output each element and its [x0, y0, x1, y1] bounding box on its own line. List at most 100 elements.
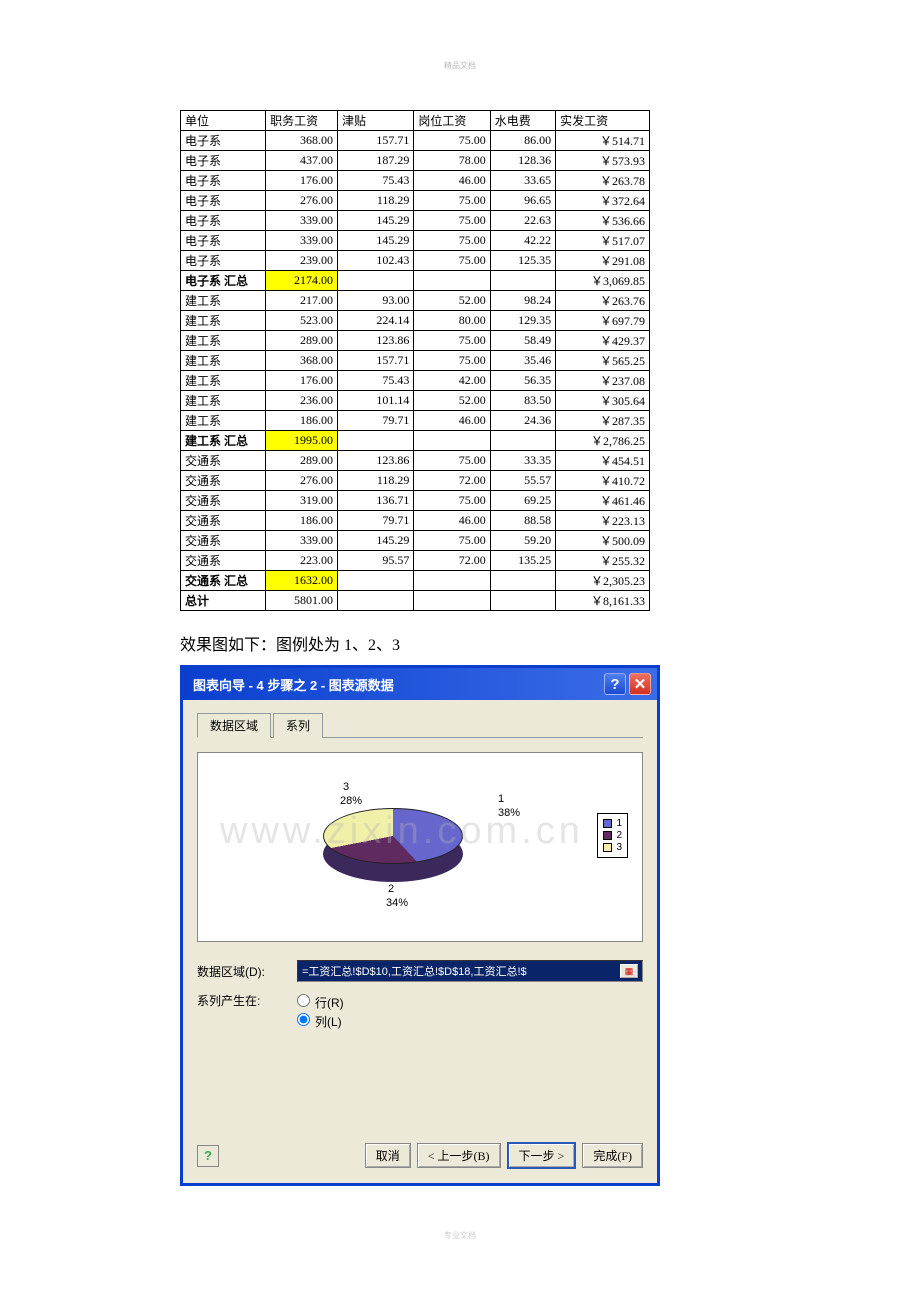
table-cell: ￥287.35 [556, 411, 650, 431]
pie-label-1: 1 [498, 793, 504, 805]
table-cell: 319.00 [266, 491, 338, 511]
table-cell [338, 431, 414, 451]
back-button[interactable]: < 上一步(B) [417, 1143, 501, 1168]
table-cell: 236.00 [266, 391, 338, 411]
table-cell [338, 591, 414, 611]
table-cell: 电子系 [181, 151, 266, 171]
table-cell: ￥2,786.25 [556, 431, 650, 451]
data-range-input[interactable]: =工资汇总!$D$10,工资汇总!$D$18,工资汇总!$ ▦ [297, 960, 643, 982]
table-cell: 建工系 [181, 331, 266, 351]
table-cell: 78.00 [414, 151, 490, 171]
table-cell: 75.00 [414, 251, 490, 271]
table-row: 交通系289.00123.8675.0033.35￥454.51 [181, 451, 650, 471]
table-cell: 建工系 [181, 391, 266, 411]
finish-button[interactable]: 完成(F) [582, 1143, 643, 1168]
table-cell: 交通系 [181, 471, 266, 491]
table-cell: 123.86 [338, 451, 414, 471]
table-row: 建工系289.00123.8675.0058.49￥429.37 [181, 331, 650, 351]
table-cell [490, 571, 555, 591]
table-cell: ￥255.32 [556, 551, 650, 571]
table-cell: ￥461.46 [556, 491, 650, 511]
range-selector-icon[interactable]: ▦ [620, 964, 638, 978]
table-cell: 电子系 汇总 [181, 271, 266, 291]
table-header: 津贴 [338, 111, 414, 131]
table-cell: 交通系 [181, 491, 266, 511]
table-cell: 217.00 [266, 291, 338, 311]
table-row: 交通系319.00136.7175.0069.25￥461.46 [181, 491, 650, 511]
help-icon[interactable]: ? [197, 1145, 219, 1167]
tab-data-range[interactable]: 数据区域 [197, 713, 271, 738]
tab-series[interactable]: 系列 [273, 713, 323, 738]
table-cell: 239.00 [266, 251, 338, 271]
table-cell: 总计 [181, 591, 266, 611]
tab-strip: 数据区域 系列 [197, 712, 643, 738]
table-cell: 72.00 [414, 551, 490, 571]
table-row: 建工系236.00101.1452.0083.50￥305.64 [181, 391, 650, 411]
table-cell: 52.00 [414, 291, 490, 311]
table-row: 交通系223.0095.5772.00135.25￥255.32 [181, 551, 650, 571]
table-cell: 437.00 [266, 151, 338, 171]
table-cell: 75.00 [414, 531, 490, 551]
table-header: 水电费 [490, 111, 555, 131]
table-cell: ￥429.37 [556, 331, 650, 351]
table-cell: 2174.00 [266, 271, 338, 291]
table-cell: 电子系 [181, 171, 266, 191]
table-cell: 368.00 [266, 131, 338, 151]
table-cell [414, 591, 490, 611]
chart-preview: 1 38% 2 34% 3 28% 1 2 3 [197, 752, 643, 942]
table-cell: 46.00 [414, 511, 490, 531]
table-cell: 75.00 [414, 131, 490, 151]
table-cell: 75.00 [414, 351, 490, 371]
table-cell: 157.71 [338, 351, 414, 371]
table-cell: 75.00 [414, 451, 490, 471]
pie-label-3: 3 [343, 781, 349, 793]
caption-text: 效果图如下：图例处为 1、2、3 [180, 631, 740, 655]
table-row: 电子系239.00102.4375.00125.35￥291.08 [181, 251, 650, 271]
next-button[interactable]: 下一步 > [507, 1142, 577, 1169]
table-cell: ￥454.51 [556, 451, 650, 471]
table-cell: ￥372.64 [556, 191, 650, 211]
table-cell: 建工系 汇总 [181, 431, 266, 451]
table-cell: 交通系 [181, 551, 266, 571]
table-header: 实发工资 [556, 111, 650, 131]
data-range-label: 数据区域(D): [197, 963, 297, 980]
watermark-bottom: 专业文档 [444, 1230, 476, 1241]
table-cell: 电子系 [181, 191, 266, 211]
table-cell: 交通系 [181, 531, 266, 551]
pie-label-2: 2 [388, 883, 394, 895]
table-cell: 58.49 [490, 331, 555, 351]
series-in-label: 系列产生在: [197, 992, 297, 1009]
legend-swatch-3 [603, 843, 612, 852]
salary-table: 单位职务工资津贴岗位工资水电费实发工资 电子系368.00157.7175.00… [180, 110, 650, 611]
table-cell: 1632.00 [266, 571, 338, 591]
pie-chart [323, 808, 463, 864]
table-cell: 建工系 [181, 371, 266, 391]
titlebar: 图表向导 - 4 步骤之 2 - 图表源数据 ? ✕ [183, 668, 657, 700]
table-cell: 145.29 [338, 211, 414, 231]
table-cell: ￥263.78 [556, 171, 650, 191]
table-cell: 79.71 [338, 411, 414, 431]
cancel-button[interactable]: 取消 [365, 1143, 411, 1168]
titlebar-help-button[interactable]: ? [604, 673, 626, 695]
table-cell: 145.29 [338, 231, 414, 251]
table-cell: 224.14 [338, 311, 414, 331]
table-cell: ￥263.76 [556, 291, 650, 311]
table-cell: 69.25 [490, 491, 555, 511]
table-cell: 523.00 [266, 311, 338, 331]
table-cell [490, 591, 555, 611]
table-cell: ￥223.13 [556, 511, 650, 531]
table-row: 总计5801.00￥8,161.33 [181, 591, 650, 611]
table-cell: 125.35 [490, 251, 555, 271]
table-cell: ￥237.08 [556, 371, 650, 391]
radio-cols[interactable] [297, 1013, 310, 1026]
table-row: 建工系176.0075.4342.0056.35￥237.08 [181, 371, 650, 391]
table-cell: 79.71 [338, 511, 414, 531]
table-row: 建工系186.0079.7146.0024.36￥287.35 [181, 411, 650, 431]
table-row: 电子系368.00157.7175.0086.00￥514.71 [181, 131, 650, 151]
table-cell: 176.00 [266, 171, 338, 191]
table-cell: 187.29 [338, 151, 414, 171]
legend-text-1: 1 [616, 818, 622, 829]
radio-rows[interactable] [297, 994, 310, 1007]
titlebar-close-button[interactable]: ✕ [629, 673, 651, 695]
table-cell: 276.00 [266, 191, 338, 211]
